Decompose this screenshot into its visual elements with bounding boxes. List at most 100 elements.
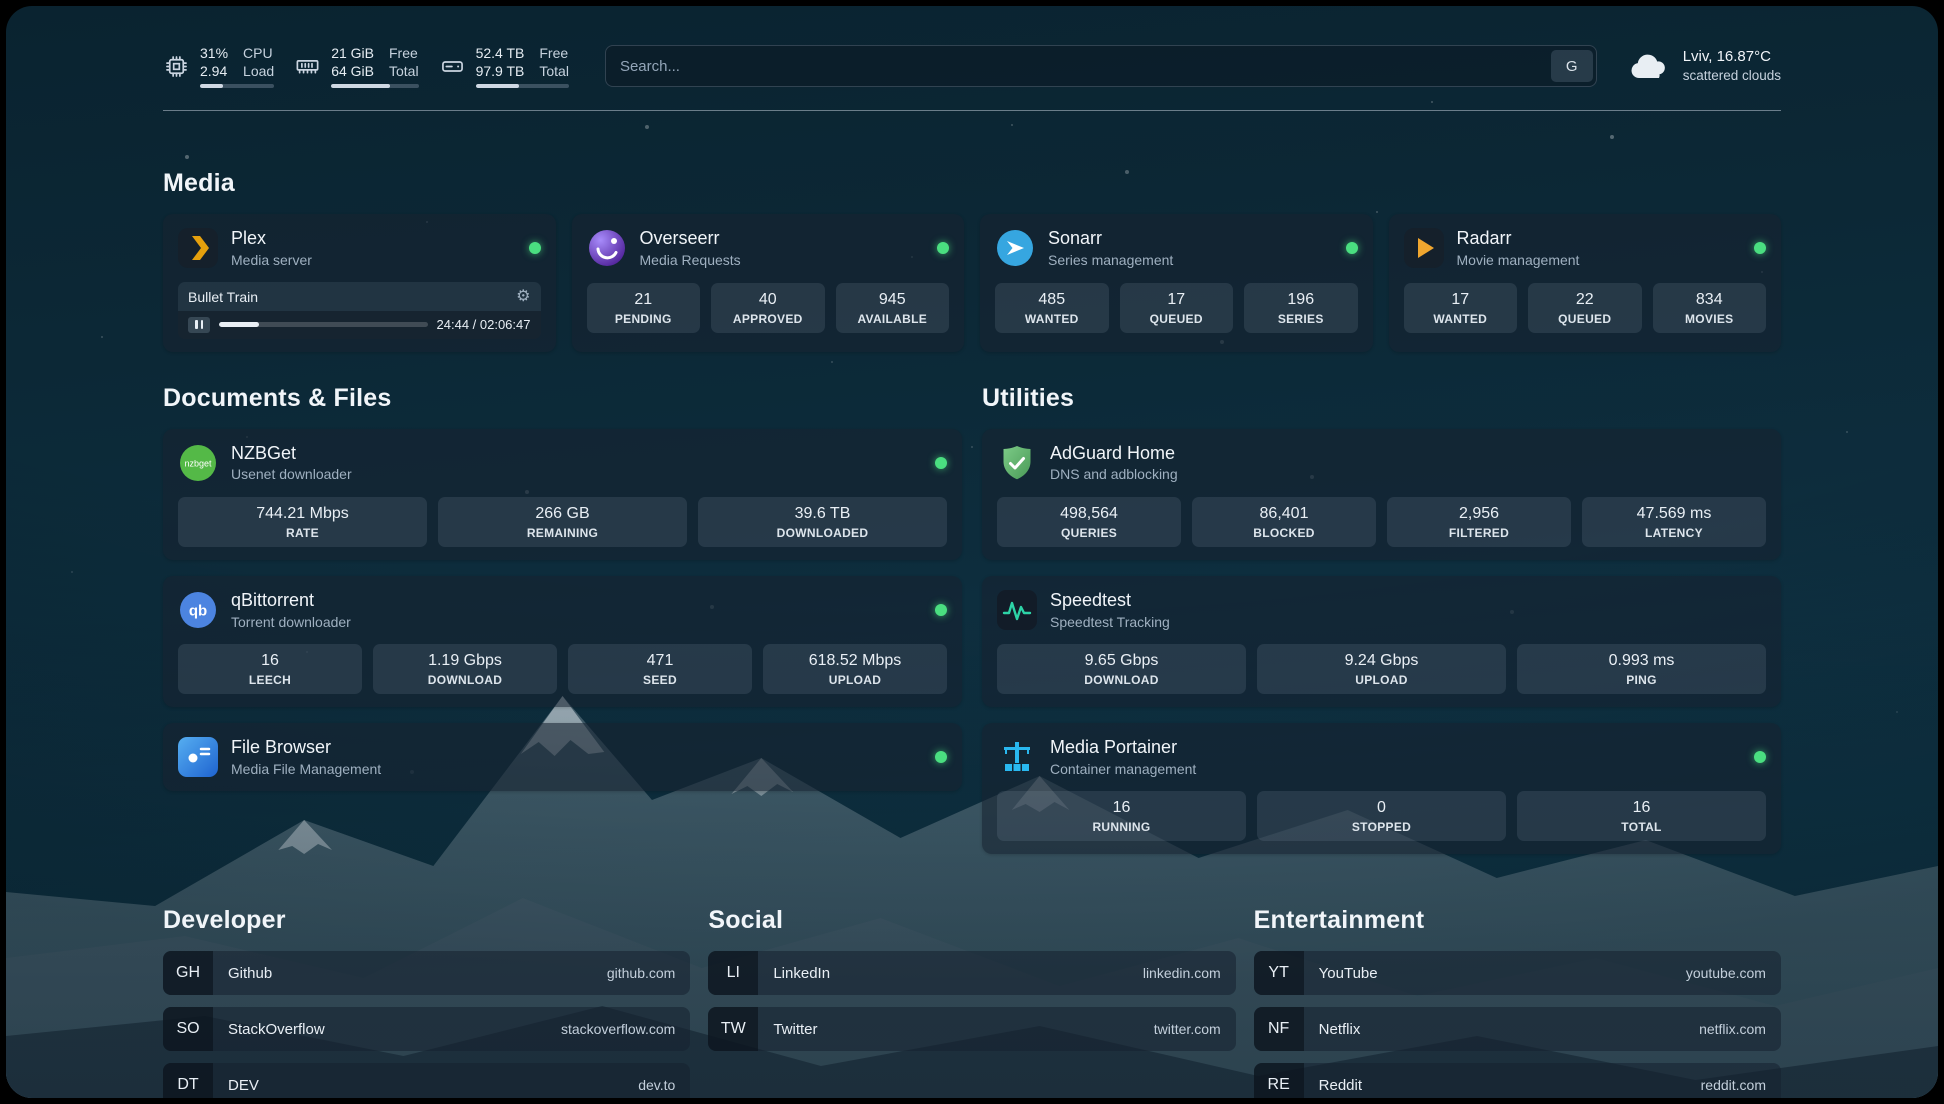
bookmark-twitter[interactable]: TW Twitter twitter.com [708,1007,1235,1051]
gear-icon[interactable]: ⚙ [516,289,530,305]
bookmark-url: netflix.com [1699,1021,1781,1037]
svg-text:nzbget: nzbget [184,458,212,468]
bookmark-url: twitter.com [1154,1021,1236,1037]
disk-usage-bar [476,84,519,88]
bookmark-abbr: LI [708,951,758,995]
weather-location: Lviv, 16.87°C [1683,47,1781,67]
bookmark-abbr: RE [1254,1063,1304,1098]
cpu-usage-track [200,84,274,88]
disk-free-label: Free [539,44,569,62]
now-playing: Bullet Train ⚙ 24:44 / 02:06:47 [178,282,541,339]
service-card-qbittorrent[interactable]: qb qBittorrent Torrent downloader 16 LEE… [163,576,962,707]
service-card-plex[interactable]: Plex Media server Bullet Train ⚙ [163,214,556,351]
disk-total-label: Total [539,62,569,80]
disk-free: 52.4 TB [476,44,525,62]
stat-filtered: 2,956 FILTERED [1387,497,1571,547]
plex-icon [178,228,218,268]
stat-wanted: 17 WANTED [1404,283,1518,333]
bookmark-abbr: GH [163,951,213,995]
filebrowser-icon [178,737,218,777]
bookmark-url: youtube.com [1686,965,1781,981]
bookmark-group-entertainment: Entertainment YT YouTube youtube.com NF … [1254,906,1781,1098]
service-card-radarr[interactable]: Radarr Movie management 17 WANTED 22 QUE… [1389,214,1782,351]
section-title-entertainment: Entertainment [1254,906,1781,935]
stat-movies: 834 MOVIES [1653,283,1767,333]
service-card-sonarr[interactable]: Sonarr Series management 485 WANTED 17 Q… [980,214,1373,351]
stat-available: 945 AVAILABLE [836,283,950,333]
section-title-developer: Developer [163,906,690,935]
stat-queries: 498,564 QUERIES [997,497,1181,547]
service-subtitle: Container management [1050,760,1196,778]
stat-pending: 21 PENDING [587,283,701,333]
section-title-utilities: Utilities [982,384,1781,413]
cpu-usage-bar [200,84,223,88]
service-subtitle: Series management [1048,251,1173,269]
service-name: AdGuard Home [1050,442,1178,466]
weather-condition: scattered clouds [1683,67,1781,85]
section-media: Media Plex Media server [163,169,1781,351]
stat-approved: 40 APPROVED [711,283,825,333]
status-dot [529,242,541,254]
section-title-media: Media [163,169,1781,198]
search-provider-button[interactable]: G [1551,50,1593,82]
bookmark-name: DEV [213,1077,259,1094]
service-card-speedtest[interactable]: Speedtest Speedtest Tracking 9.65 Gbps D… [982,576,1781,707]
service-name: Plex [231,227,312,251]
disk-usage-track [476,84,569,88]
bookmark-name: Github [213,965,272,982]
memory-free: 21 GiB [331,44,374,62]
memory-total-label: Total [389,62,419,80]
now-playing-title: Bullet Train [188,289,258,305]
section-documents: Documents & Files nzbget NZBGet Usenet d… [163,384,962,871]
memory-icon [294,53,321,80]
bookmark-url: reddit.com [1701,1077,1781,1093]
status-dot [937,242,949,254]
bookmark-name: Netflix [1304,1021,1361,1038]
bookmark-dev[interactable]: DT DEV dev.to [163,1063,690,1098]
stat-download: 1.19 Gbps DOWNLOAD [373,644,557,694]
nzbget-icon: nzbget [178,443,218,483]
bookmark-abbr: NF [1254,1007,1304,1051]
bookmark-reddit[interactable]: RE Reddit reddit.com [1254,1063,1781,1098]
stat-seed: 471 SEED [568,644,752,694]
radarr-icon [1404,228,1444,268]
bookmark-stackoverflow[interactable]: SO StackOverflow stackoverflow.com [163,1007,690,1051]
service-card-adguard[interactable]: AdGuard Home DNS and adblocking 498,564 … [982,429,1781,560]
bookmark-github[interactable]: GH Github github.com [163,951,690,995]
stat-stopped: 0 STOPPED [1257,791,1506,841]
stat-series: 196 SERIES [1244,283,1358,333]
service-subtitle: Torrent downloader [231,613,351,631]
service-subtitle: Media Requests [640,251,741,269]
bookmark-netflix[interactable]: NF Netflix netflix.com [1254,1007,1781,1051]
stat-ping: 0.993 ms PING [1517,644,1766,694]
bookmark-abbr: YT [1254,951,1304,995]
top-bar: 31% 2.94 CPU Load [163,6,1781,88]
service-name: Sonarr [1048,227,1173,251]
bookmark-name: Twitter [758,1021,817,1038]
memory-usage-track [331,84,418,88]
playback-progress-track [219,322,428,327]
stat-remaining: 266 GB REMAINING [438,497,687,547]
cpu-widget: 31% 2.94 CPU Load [163,44,274,88]
bookmark-url: github.com [607,965,690,981]
search-input[interactable] [606,58,1548,75]
memory-total: 64 GiB [331,62,374,80]
qbittorrent-icon: qb [178,590,218,630]
bookmark-abbr: SO [163,1007,213,1051]
memory-usage-bar [331,84,390,88]
svg-text:qb: qb [189,602,207,619]
cpu-icon [163,53,190,80]
service-card-portainer[interactable]: Media Portainer Container management 16 … [982,723,1781,854]
service-card-filebrowser[interactable]: File Browser Media File Management [163,723,962,791]
service-card-overseerr[interactable]: Overseerr Media Requests 21 PENDING 40 A… [572,214,965,351]
bookmark-url: linkedin.com [1143,965,1236,981]
bookmark-abbr: DT [163,1063,213,1098]
bookmark-linkedin[interactable]: LI LinkedIn linkedin.com [708,951,1235,995]
service-card-nzbget[interactable]: nzbget NZBGet Usenet downloader 744.21 M… [163,429,962,560]
portainer-icon [997,737,1037,777]
pause-icon [188,317,210,333]
bookmark-youtube[interactable]: YT YouTube youtube.com [1254,951,1781,995]
service-subtitle: Media File Management [231,760,381,778]
stat-upload: 9.24 Gbps UPLOAD [1257,644,1506,694]
speedtest-icon [997,590,1037,630]
